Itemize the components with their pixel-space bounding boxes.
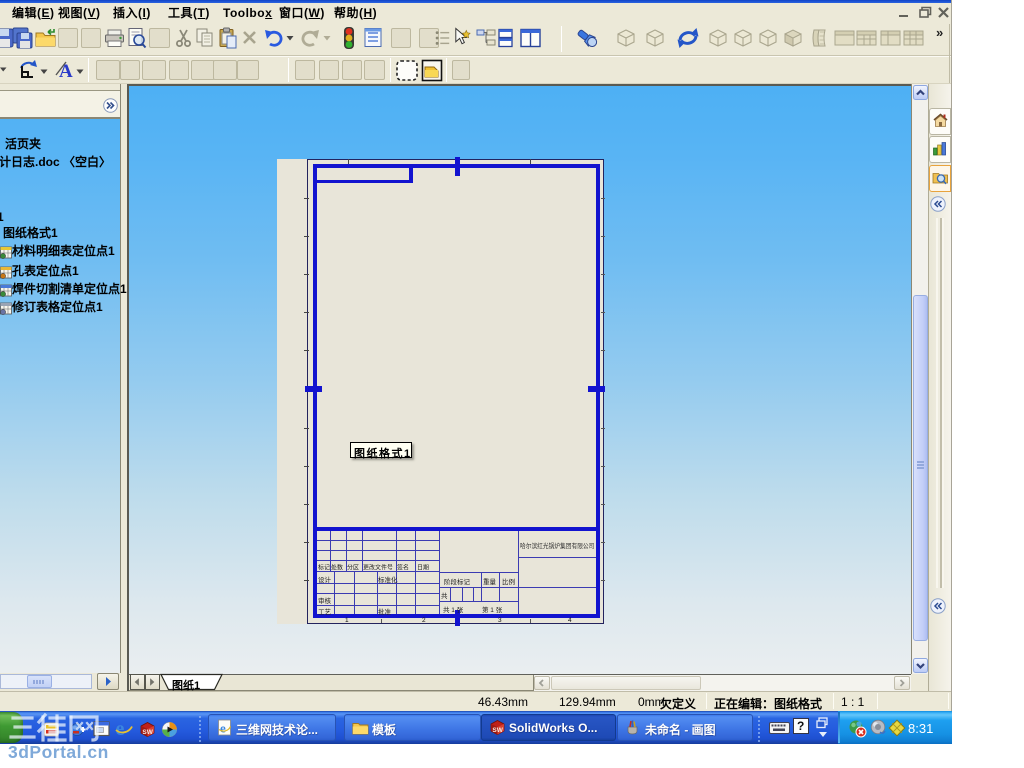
svg-text:e: e bbox=[116, 718, 125, 740]
svg-text:SW: SW bbox=[492, 727, 503, 734]
svg-text:e: e bbox=[220, 721, 226, 736]
svg-text:A: A bbox=[59, 61, 73, 82]
svg-text:SW: SW bbox=[142, 729, 153, 736]
